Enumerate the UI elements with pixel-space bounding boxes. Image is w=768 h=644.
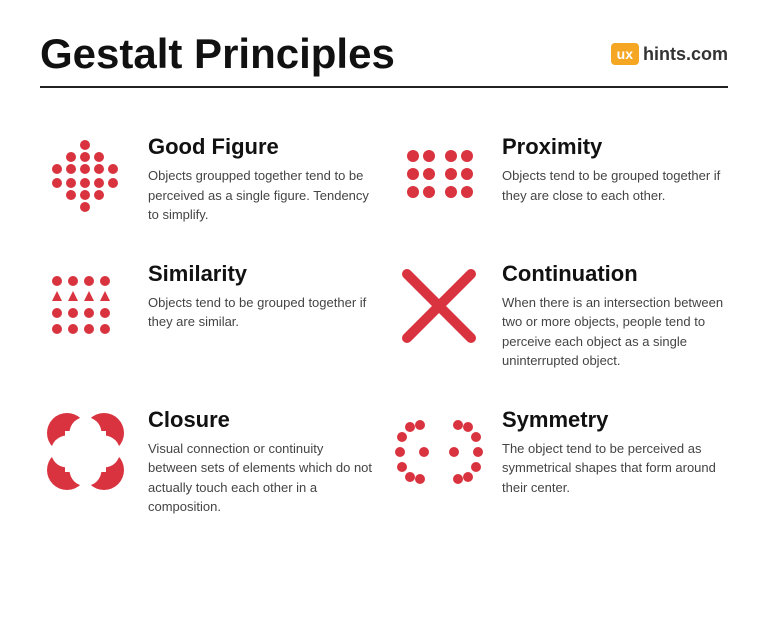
symmetry-svg [394, 417, 484, 487]
continuation-text: Continuation When there is an intersecti… [502, 261, 728, 371]
symmetry-icon [394, 407, 484, 497]
similarity-svg [45, 271, 125, 341]
principle-proximity: Proximity Objects tend to be grouped tog… [394, 116, 728, 243]
similarity-text: Similarity Objects tend to be grouped to… [148, 261, 374, 332]
similarity-description: Objects tend to be grouped together if t… [148, 293, 374, 332]
closure-icon [40, 407, 130, 497]
closure-title: Closure [148, 407, 374, 433]
principle-similarity: Similarity Objects tend to be grouped to… [40, 243, 374, 389]
closure-description: Visual connection or continuity between … [148, 439, 374, 517]
good-figure-title: Good Figure [148, 134, 374, 160]
continuation-icon [394, 261, 484, 351]
good-figure-icon [40, 134, 130, 224]
principle-symmetry: Symmetry The object tend to be perceived… [394, 389, 728, 535]
continuation-title: Continuation [502, 261, 728, 287]
proximity-description: Objects tend to be grouped together if t… [502, 166, 728, 205]
closure-text: Closure Visual connection or continuity … [148, 407, 374, 517]
good-figure-text: Good Figure Objects groupped together te… [148, 134, 374, 225]
proximity-title: Proximity [502, 134, 728, 160]
principle-good-figure: Good Figure Objects groupped together te… [40, 116, 374, 243]
page-header: Gestalt Principles ux hints.com [40, 30, 728, 78]
good-figure-description: Objects groupped together tend to be per… [148, 166, 374, 225]
symmetry-title: Symmetry [502, 407, 728, 433]
continuation-svg [399, 266, 479, 346]
principle-closure: Closure Visual connection or continuity … [40, 389, 374, 535]
logo-domain: hints.com [643, 44, 728, 65]
header-divider [40, 86, 728, 88]
proximity-text: Proximity Objects tend to be grouped tog… [502, 134, 728, 205]
logo: ux hints.com [611, 43, 728, 65]
logo-ux: ux [611, 43, 639, 65]
good-figure-svg [45, 139, 125, 219]
continuation-description: When there is an intersection between tw… [502, 293, 728, 371]
symmetry-description: The object tend to be perceived as symme… [502, 439, 728, 498]
similarity-icon [40, 261, 130, 351]
proximity-svg [399, 144, 479, 214]
principles-grid: Good Figure Objects groupped together te… [40, 116, 728, 535]
closure-svg [43, 409, 128, 494]
principle-continuation: Continuation When there is an intersecti… [394, 243, 728, 389]
similarity-title: Similarity [148, 261, 374, 287]
symmetry-text: Symmetry The object tend to be perceived… [502, 407, 728, 498]
proximity-icon [394, 134, 484, 224]
page-title: Gestalt Principles [40, 30, 395, 78]
